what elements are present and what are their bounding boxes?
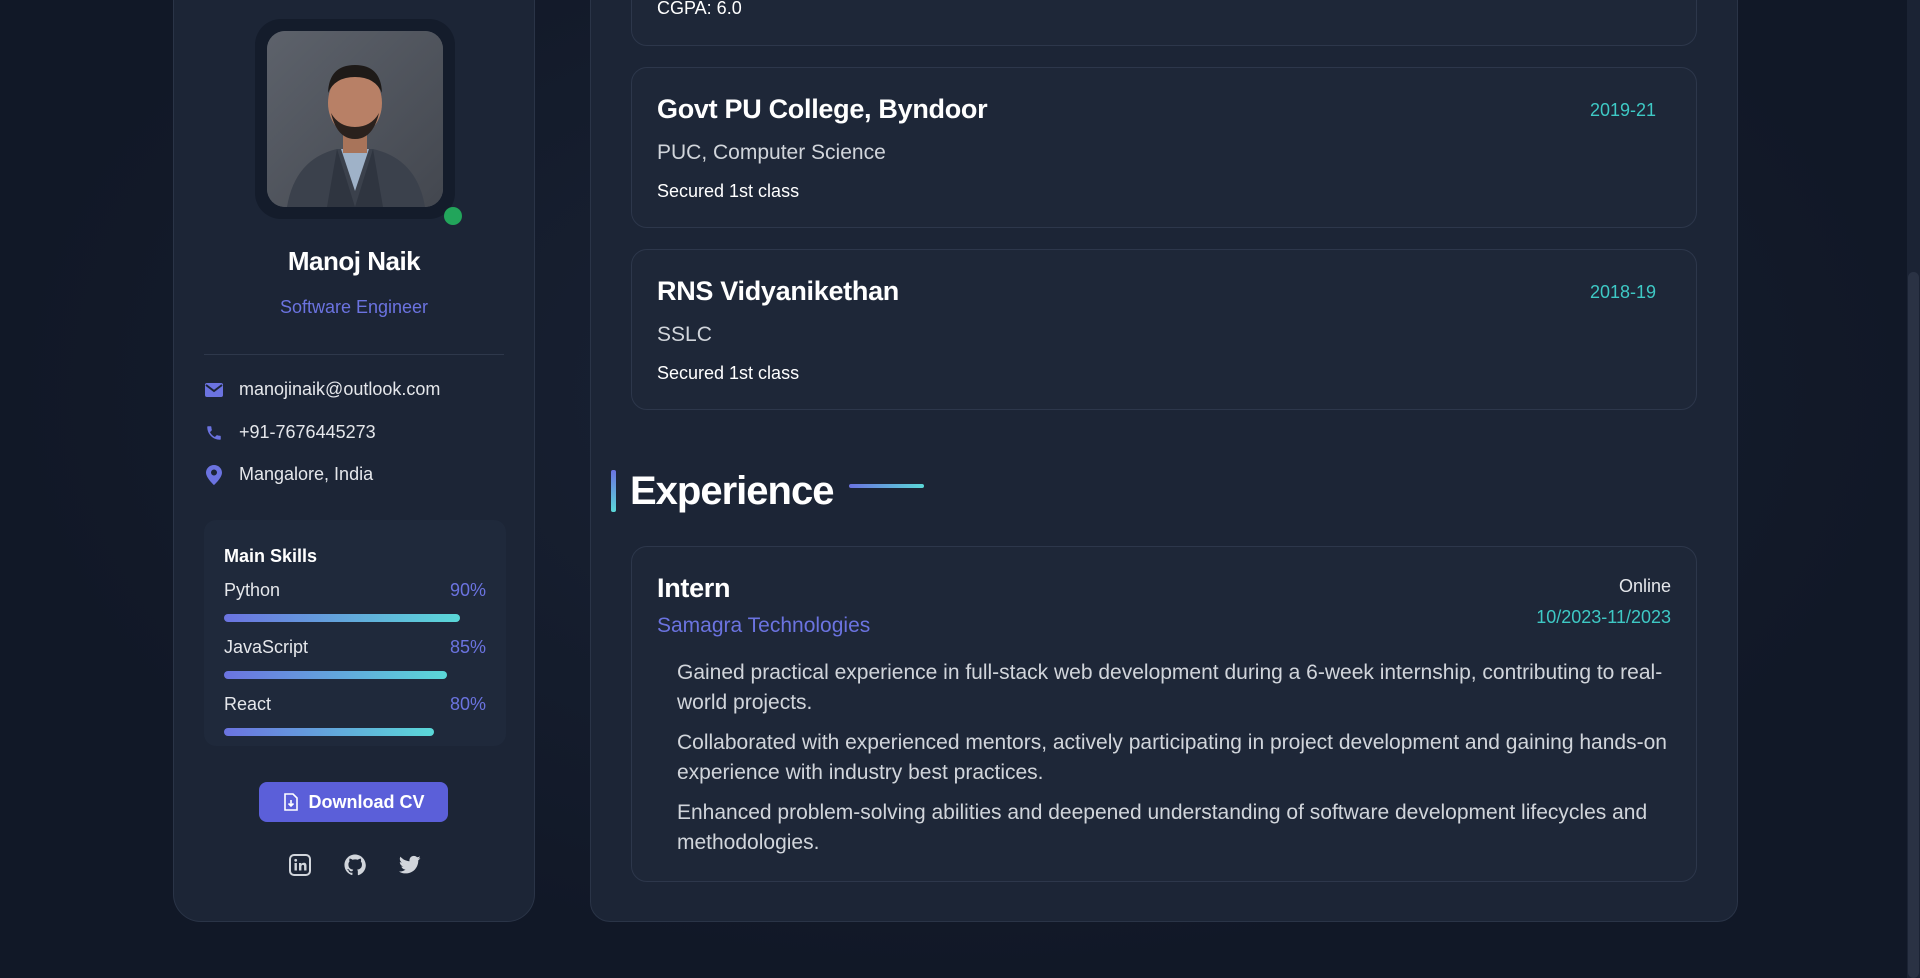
education-note: Secured 1st class bbox=[657, 181, 800, 201]
experience-card: Intern Online Samagra Technologies 10/20… bbox=[631, 546, 1697, 882]
education-years: 2019-21 bbox=[1589, 100, 1656, 120]
scrollbar-track[interactable] bbox=[1907, 0, 1920, 978]
skill-bar bbox=[224, 728, 486, 736]
skill-percent: 80% bbox=[449, 694, 486, 714]
scrollbar-thumb[interactable] bbox=[1908, 272, 1919, 978]
online-status-dot bbox=[444, 207, 462, 225]
contact-email[interactable]: manojinaik@outlook.com bbox=[204, 379, 440, 400]
skill-name: Python bbox=[224, 580, 281, 600]
skills-panel: Main Skills Python 90% JavaScript 85% Re… bbox=[204, 520, 506, 746]
skill-javascript: JavaScript 85% bbox=[224, 637, 486, 679]
skill-bar-fill bbox=[224, 614, 460, 622]
section-title: Experience bbox=[630, 468, 834, 513]
skill-bar bbox=[224, 614, 486, 622]
experience-point: Collaborated with experienced mentors, a… bbox=[677, 731, 1667, 784]
education-card: Govt PU College, Byndoor 2019-21 PUC, Co… bbox=[631, 67, 1697, 228]
contact-email-text: manojinaik@outlook.com bbox=[239, 379, 441, 399]
education-degree: PUC, Computer Science bbox=[657, 141, 886, 164]
experience-section-header: Experience bbox=[611, 468, 925, 513]
experience-point: Enhanced problem-solving abilities and d… bbox=[677, 801, 1648, 854]
education-note: Secured 1st class bbox=[657, 363, 800, 383]
education-degree: SSLC bbox=[657, 323, 712, 346]
location-pin-icon bbox=[204, 464, 224, 485]
experience-point: Gained practical experience in full-stac… bbox=[677, 661, 1663, 714]
avatar bbox=[267, 31, 443, 207]
skills-title: Main Skills bbox=[224, 546, 318, 566]
avatar-frame bbox=[255, 19, 455, 219]
twitter-icon[interactable] bbox=[398, 853, 422, 877]
linkedin-icon[interactable] bbox=[288, 853, 312, 877]
education-school: Govt PU College, Byndoor bbox=[657, 94, 988, 124]
divider bbox=[204, 354, 504, 355]
skill-percent: 90% bbox=[449, 580, 486, 600]
profile-role: Software Engineer bbox=[279, 297, 429, 317]
skill-python: Python 90% bbox=[224, 580, 486, 622]
contact-location-text: Mangalore, India bbox=[239, 464, 374, 484]
skill-name: React bbox=[224, 694, 272, 714]
education-years: 2018-19 bbox=[1589, 282, 1656, 302]
contact-location: Mangalore, India bbox=[204, 464, 373, 485]
skill-bar-fill bbox=[224, 671, 447, 679]
skill-bar-fill bbox=[224, 728, 434, 736]
phone-icon bbox=[204, 423, 224, 443]
profile-name: Manoj Naik bbox=[287, 246, 421, 276]
contact-phone-text: +91-7676445273 bbox=[239, 422, 376, 442]
education-school: RNS Vidyanikethan bbox=[657, 276, 899, 306]
profile-sidebar: Manoj Naik Software Engineer manojinaik@… bbox=[173, 0, 535, 922]
mail-icon bbox=[204, 380, 224, 400]
download-cv-label: Download CV bbox=[308, 791, 425, 812]
education-card: RNS Vidyanikethan 2018-19 SSLC Secured 1… bbox=[631, 249, 1697, 410]
experience-company: Samagra Technologies bbox=[657, 614, 871, 637]
skill-react: React 80% bbox=[224, 694, 486, 736]
education-note: CGPA: 6.0 bbox=[657, 0, 742, 18]
section-underline bbox=[849, 484, 925, 488]
skill-bar bbox=[224, 671, 486, 679]
contact-phone[interactable]: +91-7676445273 bbox=[204, 422, 376, 443]
experience-dates: 10/2023-11/2023 bbox=[1536, 607, 1671, 627]
skill-name: JavaScript bbox=[224, 637, 309, 657]
section-accent-bar bbox=[611, 470, 616, 512]
github-icon[interactable] bbox=[343, 853, 367, 877]
download-cv-button[interactable]: Download CV bbox=[259, 782, 448, 822]
main-content-panel: CGPA: 6.0 Govt PU College, Byndoor 2019-… bbox=[590, 0, 1738, 922]
experience-mode: Online bbox=[1618, 576, 1671, 596]
experience-title: Intern bbox=[657, 573, 731, 603]
education-card-partial: CGPA: 6.0 bbox=[631, 0, 1697, 46]
skill-percent: 85% bbox=[449, 637, 486, 657]
file-download-icon bbox=[283, 793, 299, 811]
